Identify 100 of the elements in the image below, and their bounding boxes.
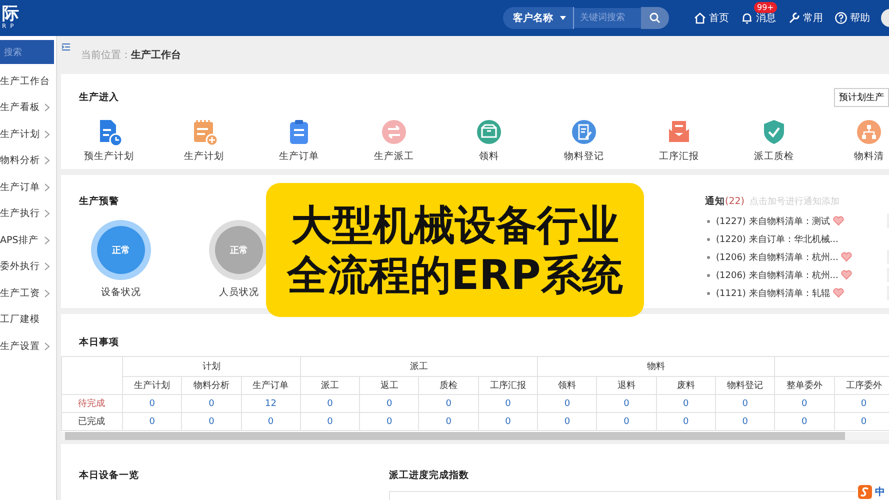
breadcrumb-current: 生产工作台	[131, 48, 181, 62]
gauge-label: 设备状况	[101, 286, 141, 299]
entry-shortcut[interactable]: 派工质检	[726, 117, 822, 163]
section-title: 派工进度完成指数	[389, 469, 470, 482]
table-cell[interactable]: 0	[182, 394, 242, 412]
column-header: 整单委外	[774, 376, 834, 394]
table-cell[interactable]: 0	[418, 394, 478, 412]
gauge-label: 人员状况	[219, 286, 259, 299]
table-cell[interactable]: 0	[300, 412, 360, 430]
table-cell[interactable]: 0	[656, 394, 716, 412]
box-icon	[474, 117, 504, 147]
table-cell[interactable]: 0	[360, 412, 419, 430]
scope-dropdown[interactable]: 客户名称	[503, 7, 574, 29]
table-cell[interactable]: 0	[538, 412, 597, 430]
help-icon	[834, 11, 848, 25]
table-cell[interactable]: 0	[656, 412, 716, 430]
table-cell[interactable]: 0	[122, 412, 182, 430]
row-label: 待完成	[62, 394, 122, 412]
search-field[interactable]: 关键词搜索	[574, 8, 641, 28]
column-group-header: 物料	[538, 356, 775, 376]
section-title: 本日事项	[78, 336, 120, 350]
sidebar-item[interactable]: 生产工作台	[0, 68, 56, 94]
exchange-icon	[379, 117, 409, 147]
bullet-icon	[707, 256, 710, 258]
table-cell[interactable]: 0	[774, 394, 834, 412]
column-group-header: 派工	[300, 356, 538, 376]
chevron-right-icon	[44, 288, 50, 298]
banner-text: 全流程的ERP系统	[287, 250, 623, 300]
sidebar-item[interactable]: APS排产	[0, 227, 56, 254]
notice-item[interactable]: (1206) 来自物料清单：杭州...	[716, 268, 838, 282]
notice-item[interactable]: (1121) 来自物料清单：轧辊	[716, 286, 830, 300]
notice-item[interactable]: (1227) 来自物料清单：测试	[716, 214, 830, 228]
column-header: 质检	[418, 376, 478, 394]
sidebar-item[interactable]: 生产计划	[0, 121, 56, 148]
table-cell[interactable]: 0	[241, 412, 300, 430]
sidebar-item[interactable]: 生产工资	[0, 280, 56, 306]
entry-shortcut[interactable]: 领料	[441, 117, 537, 163]
table-cell[interactable]: 0	[418, 412, 478, 430]
edit-icon	[569, 117, 599, 147]
search-button[interactable]	[641, 7, 669, 29]
nav-link[interactable]: 常用	[787, 11, 823, 25]
bullet-icon	[707, 292, 710, 294]
table-cell[interactable]: 0	[182, 412, 242, 430]
table-cell[interactable]: 0	[774, 412, 834, 430]
count-badge: 99+	[754, 2, 777, 13]
column-header: 废料	[656, 376, 716, 394]
entry-shortcut[interactable]: 生产订单	[251, 117, 347, 163]
sidebar-item[interactable]: 生产执行	[0, 200, 56, 227]
table-cell[interactable]: 0	[715, 412, 775, 430]
chevron-right-icon	[44, 103, 50, 112]
table-cell[interactable]: 0	[715, 394, 775, 412]
sidebar-item[interactable]: 工厂建模	[0, 306, 56, 333]
table-cell[interactable]: 0	[478, 412, 538, 430]
table-cell[interactable]: 0	[360, 394, 419, 412]
bullet-icon	[707, 274, 710, 276]
plan-button[interactable]: 预计划生产	[834, 88, 889, 107]
banner-text: 大型机械设备行业	[291, 200, 619, 250]
entry-shortcut[interactable]: 工序汇报	[631, 117, 727, 163]
column-header: 返工	[360, 376, 419, 394]
column-header: 退料	[596, 376, 656, 394]
column-header: 领料	[538, 376, 597, 394]
sidebar-item[interactable]: 委外执行	[0, 254, 56, 280]
column-header: 物料分析	[182, 376, 242, 394]
entry-shortcut[interactable]: 物料清	[821, 117, 889, 163]
notice-title: 通知(22)	[705, 195, 745, 208]
notice-item[interactable]: (1206) 来自物料清单：杭州...	[716, 250, 838, 264]
collapse-icon[interactable]	[61, 42, 71, 52]
breadcrumb-label: 当前位置：	[81, 48, 131, 62]
table-cell[interactable]: 0	[300, 394, 360, 412]
status-gauge: 正常	[209, 220, 269, 280]
status-gauge: 正常	[91, 220, 151, 280]
sidebar-item[interactable]: 生产订单	[0, 174, 56, 200]
entry-shortcut[interactable]: 物料登记	[536, 117, 632, 163]
nav-link[interactable]: 首页	[693, 11, 729, 25]
entry-shortcut[interactable]: 预生产计划	[61, 117, 157, 163]
table-cell[interactable]: 12	[241, 394, 300, 412]
entry-shortcut[interactable]: 生产计划	[156, 117, 252, 163]
sidebar-item[interactable]: 物料分析	[0, 148, 56, 174]
table-cell[interactable]: 0	[122, 394, 182, 412]
column-group-header: 计划	[122, 356, 300, 376]
table-cell[interactable]: 0	[538, 394, 597, 412]
wrench-icon	[787, 11, 801, 25]
table-cell[interactable]: 0	[596, 394, 656, 412]
section-title: 生产预警	[79, 195, 120, 208]
bullet-icon	[707, 238, 710, 240]
chevron-right-icon	[44, 342, 50, 351]
notice-item[interactable]: (1220) 来自订单：华北机械...	[716, 232, 838, 246]
input-method-indicator[interactable]: 中	[856, 484, 889, 500]
sidebar-item[interactable]: 生产看板	[0, 94, 56, 121]
search-icon	[649, 12, 661, 24]
nav-link[interactable]: 消息	[740, 11, 776, 25]
chevron-right-icon	[44, 209, 50, 218]
sidebar-item[interactable]: 生产设置	[0, 333, 56, 360]
section-title: 生产进入	[79, 91, 119, 104]
table-cell[interactable]: 0	[478, 394, 538, 412]
entry-shortcut[interactable]: 生产派工	[346, 117, 442, 163]
table-cell[interactable]: 0	[596, 412, 656, 430]
column-header: 派工	[300, 376, 360, 394]
row-label: 已完成	[62, 412, 122, 430]
nav-link[interactable]: 帮助	[834, 11, 870, 25]
